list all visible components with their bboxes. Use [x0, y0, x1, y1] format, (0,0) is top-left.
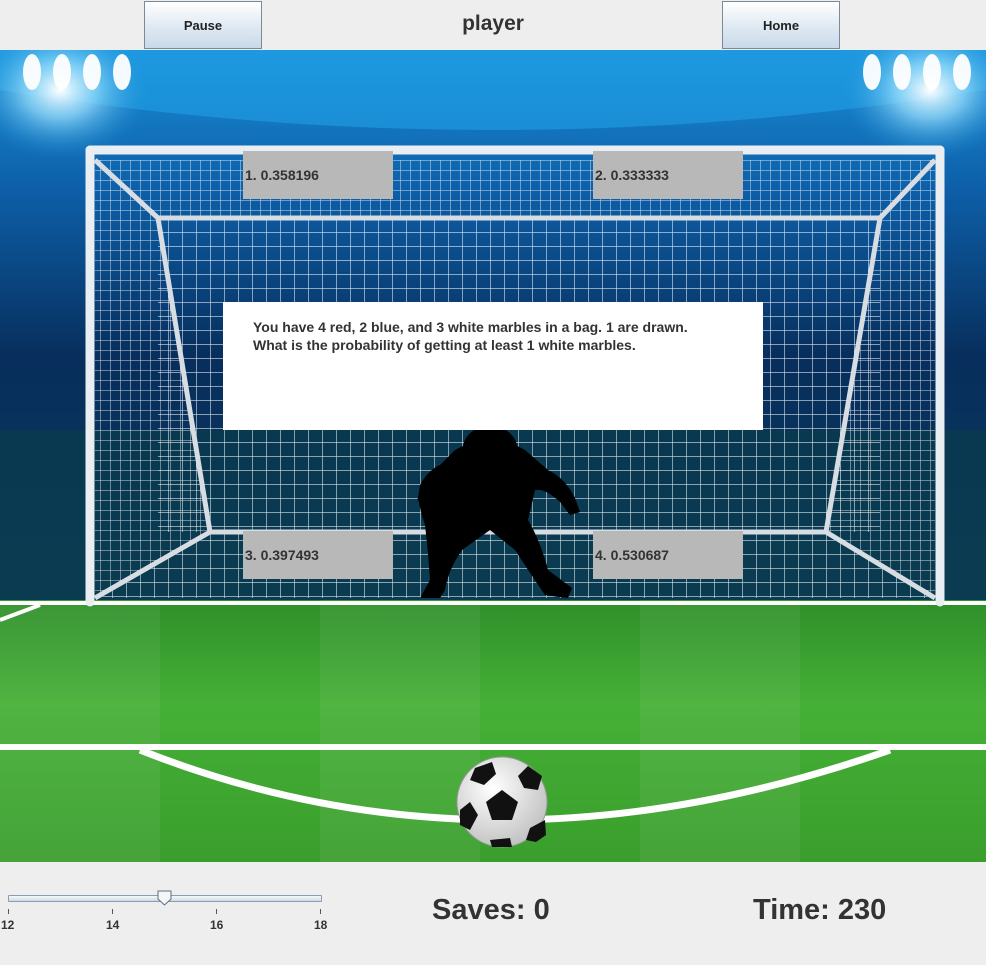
- question-box: You have 4 red, 2 blue, and 3 white marb…: [223, 302, 763, 430]
- slider-tick-label: 12: [1, 918, 15, 932]
- question-line-1: You have 4 red, 2 blue, and 3 white marb…: [253, 319, 688, 335]
- top-bar: Pause player Home: [0, 0, 986, 50]
- slider-tick: [216, 909, 217, 914]
- answer-option-3[interactable]: 3. 0.397493: [243, 531, 393, 579]
- game-field: 1. 0.358196 2. 0.333333 3. 0.397493 4. 0…: [0, 50, 986, 862]
- stadium-scene: [0, 50, 986, 862]
- answer-option-1[interactable]: 1. 0.358196: [243, 151, 393, 199]
- slider-tick: [112, 909, 113, 914]
- slider-tick-label: 14: [106, 918, 120, 932]
- slider-tick: [8, 909, 9, 914]
- home-button[interactable]: Home: [722, 1, 840, 49]
- soccer-ball-icon: [456, 756, 548, 848]
- saves-counter: Saves: 0: [432, 894, 550, 926]
- status-bar: 12 14 16 18 Saves: 0 Time: 230: [0, 862, 986, 965]
- slider-tick-label: 16: [210, 918, 224, 932]
- slider-tick-label: 18: [314, 918, 328, 932]
- answer-option-2[interactable]: 2. 0.333333: [593, 151, 743, 199]
- question-line-2: What is the probability of getting at le…: [253, 337, 636, 353]
- answer-option-4[interactable]: 4. 0.530687: [593, 531, 743, 579]
- slider-thumb[interactable]: [157, 890, 172, 906]
- slider-tick: [320, 909, 321, 914]
- time-counter: Time: 230: [753, 894, 887, 926]
